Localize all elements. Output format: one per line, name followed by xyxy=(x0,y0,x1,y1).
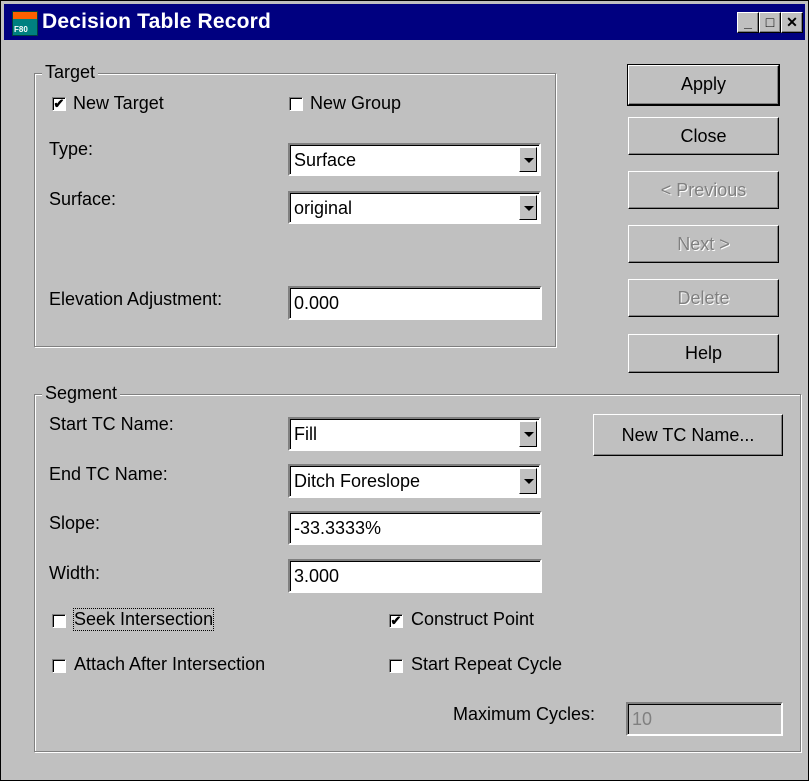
surface-dropdown[interactable]: original xyxy=(288,191,541,224)
segment-group-label: Segment xyxy=(42,383,121,404)
maximize-icon[interactable]: □ xyxy=(759,12,781,33)
type-label: Type: xyxy=(49,139,94,159)
start-repeat-cycle-checkbox[interactable] xyxy=(389,659,403,673)
apply-button[interactable]: Apply xyxy=(627,64,780,106)
delete-button[interactable]: Delete xyxy=(628,279,779,317)
window-title: Decision Table Record xyxy=(42,10,272,33)
checkmark-icon: ✔ xyxy=(53,96,65,111)
close-button[interactable]: Close xyxy=(628,117,779,155)
elevation-adjustment-label: Elevation Adjustment: xyxy=(49,289,223,309)
end-tc-name-value: Ditch Foreslope xyxy=(294,471,421,491)
title-bar[interactable]: F80 Decision Table Record _ □ ✕ xyxy=(4,4,805,40)
close-icon[interactable]: ✕ xyxy=(781,12,803,33)
width-label: Width: xyxy=(49,563,101,583)
type-value: Surface xyxy=(294,150,357,170)
surface-value: original xyxy=(294,198,353,218)
seek-intersection-label[interactable]: Seek Intersection xyxy=(72,608,215,631)
chevron-down-icon[interactable] xyxy=(519,147,537,172)
start-tc-name-dropdown[interactable]: Fill xyxy=(288,417,541,451)
slope-input[interactable]: -33.3333% xyxy=(288,511,542,545)
start-tc-name-value: Fill xyxy=(294,424,317,444)
new-target-label[interactable]: New Target xyxy=(73,93,164,114)
construct-point-label[interactable]: Construct Point xyxy=(411,609,534,630)
width-input[interactable]: 3.000 xyxy=(288,559,542,593)
seek-intersection-checkbox[interactable] xyxy=(52,614,66,628)
type-dropdown[interactable]: Surface xyxy=(288,143,541,176)
attach-after-intersection-checkbox[interactable] xyxy=(52,659,66,673)
chevron-down-icon[interactable] xyxy=(519,421,537,447)
checkmark-icon: ✔ xyxy=(390,613,402,628)
surface-label: Surface: xyxy=(49,189,117,209)
minimize-icon[interactable]: _ xyxy=(737,12,759,33)
app-icon: F80 xyxy=(12,11,38,36)
dialog-window: F80 Decision Table Record _ □ ✕ Target ✔… xyxy=(0,0,809,781)
new-target-checkbox[interactable]: ✔ xyxy=(52,97,66,111)
maximum-cycles-label: Maximum Cycles: xyxy=(453,704,596,724)
target-group-label: Target xyxy=(42,62,99,83)
app-icon-label: F80 xyxy=(14,25,28,34)
new-tc-name-button[interactable]: New TC Name... xyxy=(593,414,783,456)
elevation-adjustment-input[interactable]: 0.000 xyxy=(288,286,542,320)
next-button[interactable]: Next > xyxy=(628,225,779,263)
slope-label: Slope: xyxy=(49,513,101,533)
maximum-cycles-input[interactable]: 10 xyxy=(626,702,783,736)
previous-button[interactable]: < Previous xyxy=(628,171,779,209)
start-repeat-cycle-label[interactable]: Start Repeat Cycle xyxy=(411,654,562,675)
end-tc-name-dropdown[interactable]: Ditch Foreslope xyxy=(288,464,541,498)
new-group-checkbox[interactable] xyxy=(289,97,303,111)
help-button[interactable]: Help xyxy=(628,334,779,373)
end-tc-name-label: End TC Name: xyxy=(49,464,168,484)
chevron-down-icon[interactable] xyxy=(519,195,537,220)
chevron-down-icon[interactable] xyxy=(519,468,537,494)
new-group-label[interactable]: New Group xyxy=(310,93,401,114)
start-tc-name-label: Start TC Name: xyxy=(49,414,174,434)
construct-point-checkbox[interactable]: ✔ xyxy=(389,614,403,628)
attach-after-intersection-label[interactable]: Attach After Intersection xyxy=(74,654,265,675)
